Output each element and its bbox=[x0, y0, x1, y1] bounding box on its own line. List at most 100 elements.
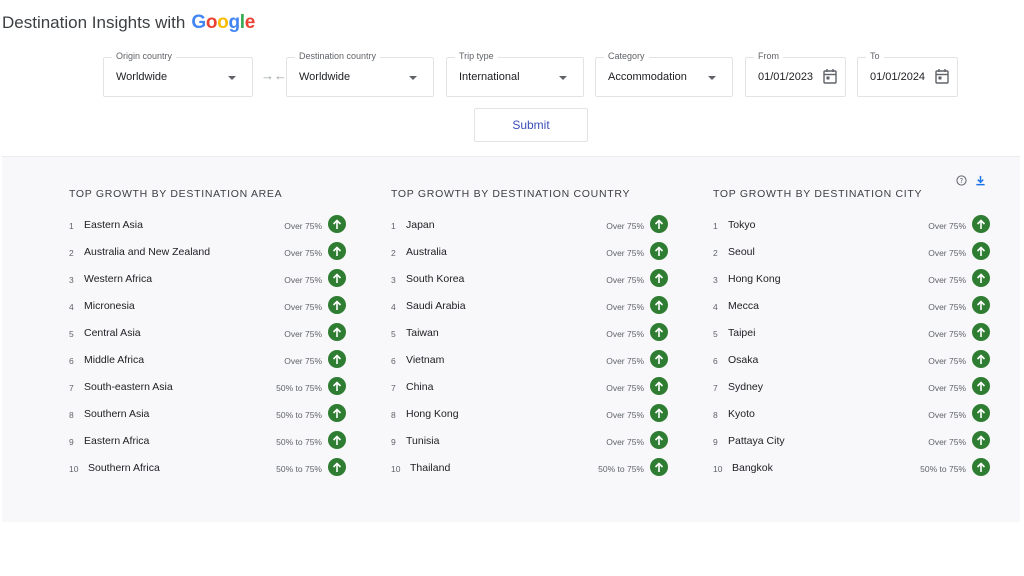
arrow-up-icon[interactable] bbox=[972, 377, 990, 395]
destination-country-select[interactable]: Destination country Worldwide bbox=[286, 51, 434, 97]
list-item[interactable]: 10 Bangkok 50% to 75% bbox=[713, 458, 993, 485]
arrow-up-icon[interactable] bbox=[972, 296, 990, 314]
calendar-icon[interactable] bbox=[935, 68, 949, 84]
list-item[interactable]: 4 Mecca Over 75% bbox=[713, 296, 993, 323]
list-item[interactable]: 6 Osaka Over 75% bbox=[713, 350, 993, 377]
arrow-up-icon[interactable] bbox=[328, 377, 346, 395]
list-item[interactable]: 1 Japan Over 75% bbox=[391, 215, 671, 242]
arrow-up-icon[interactable] bbox=[972, 404, 990, 422]
list-item[interactable]: 9 Eastern Africa 50% to 75% bbox=[69, 431, 349, 458]
swap-icon[interactable]: →← bbox=[261, 68, 287, 83]
arrow-up-icon[interactable] bbox=[972, 350, 990, 368]
list-item[interactable]: 7 China Over 75% bbox=[391, 377, 671, 404]
rank-number: 1 bbox=[391, 221, 396, 231]
arrow-up-icon[interactable] bbox=[328, 431, 346, 449]
calendar-icon[interactable] bbox=[823, 68, 837, 84]
rank-number: 5 bbox=[713, 329, 718, 339]
arrow-up-icon[interactable] bbox=[328, 215, 346, 233]
arrow-up-icon[interactable] bbox=[328, 404, 346, 422]
arrow-up-icon[interactable] bbox=[972, 431, 990, 449]
rank-number: 1 bbox=[713, 221, 718, 231]
growth-range: 50% to 75% bbox=[920, 464, 966, 474]
list-item[interactable]: 8 Hong Kong Over 75% bbox=[391, 404, 671, 431]
chevron-down-icon bbox=[708, 76, 716, 80]
list-item[interactable]: 9 Tunisia Over 75% bbox=[391, 431, 671, 458]
arrow-up-icon[interactable] bbox=[972, 323, 990, 341]
origin-country-select[interactable]: Origin country Worldwide bbox=[103, 51, 253, 97]
arrow-up-icon[interactable] bbox=[972, 269, 990, 287]
destination-name: Micronesia bbox=[84, 300, 135, 312]
to-date-label: To bbox=[866, 51, 884, 61]
arrow-up-icon[interactable] bbox=[650, 404, 668, 422]
panel-tools: ? bbox=[956, 175, 986, 186]
help-icon[interactable]: ? bbox=[956, 175, 967, 186]
list-item[interactable]: 3 Western Africa Over 75% bbox=[69, 269, 349, 296]
growth-range: Over 75% bbox=[606, 356, 644, 366]
list-item[interactable]: 5 Taipei Over 75% bbox=[713, 323, 993, 350]
rank-number: 8 bbox=[713, 410, 718, 420]
area-list-title: TOP GROWTH BY DESTINATION AREA bbox=[69, 188, 283, 200]
arrow-up-icon[interactable] bbox=[650, 431, 668, 449]
arrow-up-icon[interactable] bbox=[650, 269, 668, 287]
list-item[interactable]: 5 Central Asia Over 75% bbox=[69, 323, 349, 350]
destination-name: Thailand bbox=[410, 462, 451, 474]
list-item[interactable]: 1 Eastern Asia Over 75% bbox=[69, 215, 349, 242]
list-item[interactable]: 2 Seoul Over 75% bbox=[713, 242, 993, 269]
arrow-up-icon[interactable] bbox=[650, 458, 668, 476]
arrow-up-icon[interactable] bbox=[650, 377, 668, 395]
to-date-field[interactable]: To 01/01/2024 bbox=[857, 51, 958, 97]
list-item[interactable]: 8 Southern Asia 50% to 75% bbox=[69, 404, 349, 431]
list-item[interactable]: 9 Pattaya City Over 75% bbox=[713, 431, 993, 458]
list-item[interactable]: 5 Taiwan Over 75% bbox=[391, 323, 671, 350]
arrow-up-icon[interactable] bbox=[650, 215, 668, 233]
destination-name: Mecca bbox=[728, 300, 759, 312]
trip-type-select[interactable]: Trip type International bbox=[446, 51, 584, 97]
city-list: TOP GROWTH BY DESTINATION CITY 1 Tokyo Ove… bbox=[713, 188, 993, 485]
list-item[interactable]: 7 South-eastern Asia 50% to 75% bbox=[69, 377, 349, 404]
arrow-up-icon[interactable] bbox=[650, 350, 668, 368]
arrow-up-icon[interactable] bbox=[328, 269, 346, 287]
list-item[interactable]: 2 Australia and New Zealand Over 75% bbox=[69, 242, 349, 269]
list-item[interactable]: 10 Thailand 50% to 75% bbox=[391, 458, 671, 485]
arrow-up-icon[interactable] bbox=[328, 350, 346, 368]
arrow-up-icon[interactable] bbox=[650, 323, 668, 341]
rank-number: 3 bbox=[713, 275, 718, 285]
arrow-up-icon[interactable] bbox=[328, 242, 346, 260]
list-item[interactable]: 2 Australia Over 75% bbox=[391, 242, 671, 269]
growth-range: Over 75% bbox=[928, 302, 966, 312]
submit-button[interactable]: Submit bbox=[474, 108, 588, 142]
growth-range: Over 75% bbox=[928, 356, 966, 366]
list-item[interactable]: 6 Middle Africa Over 75% bbox=[69, 350, 349, 377]
arrow-up-icon[interactable] bbox=[328, 323, 346, 341]
origin-country-label: Origin country bbox=[112, 51, 177, 61]
destination-name: Osaka bbox=[728, 354, 759, 366]
list-item[interactable]: 7 Sydney Over 75% bbox=[713, 377, 993, 404]
arrow-up-icon[interactable] bbox=[972, 215, 990, 233]
arrow-up-icon[interactable] bbox=[972, 458, 990, 476]
rank-number: 3 bbox=[69, 275, 74, 285]
arrow-up-icon[interactable] bbox=[650, 296, 668, 314]
rank-number: 10 bbox=[391, 464, 401, 474]
arrow-up-icon[interactable] bbox=[972, 242, 990, 260]
growth-range: Over 75% bbox=[284, 329, 322, 339]
list-item[interactable]: 4 Saudi Arabia Over 75% bbox=[391, 296, 671, 323]
growth-range: Over 75% bbox=[284, 302, 322, 312]
from-date-field[interactable]: From 01/01/2023 bbox=[745, 51, 846, 97]
list-item[interactable]: 10 Southern Africa 50% to 75% bbox=[69, 458, 349, 485]
list-item[interactable]: 6 Vietnam Over 75% bbox=[391, 350, 671, 377]
list-item[interactable]: 3 South Korea Over 75% bbox=[391, 269, 671, 296]
category-select[interactable]: Category Accommodation bbox=[595, 51, 733, 97]
rank-number: 10 bbox=[69, 464, 79, 474]
arrow-up-icon[interactable] bbox=[328, 296, 346, 314]
list-item[interactable]: 3 Hong Kong Over 75% bbox=[713, 269, 993, 296]
rank-number: 4 bbox=[713, 302, 718, 312]
list-item[interactable]: 8 Kyoto Over 75% bbox=[713, 404, 993, 431]
list-item[interactable]: 1 Tokyo Over 75% bbox=[713, 215, 993, 242]
growth-range: Over 75% bbox=[928, 275, 966, 285]
destination-name: Tokyo bbox=[728, 219, 756, 231]
growth-range: Over 75% bbox=[606, 329, 644, 339]
arrow-up-icon[interactable] bbox=[650, 242, 668, 260]
arrow-up-icon[interactable] bbox=[328, 458, 346, 476]
download-icon[interactable] bbox=[975, 175, 986, 186]
list-item[interactable]: 4 Micronesia Over 75% bbox=[69, 296, 349, 323]
